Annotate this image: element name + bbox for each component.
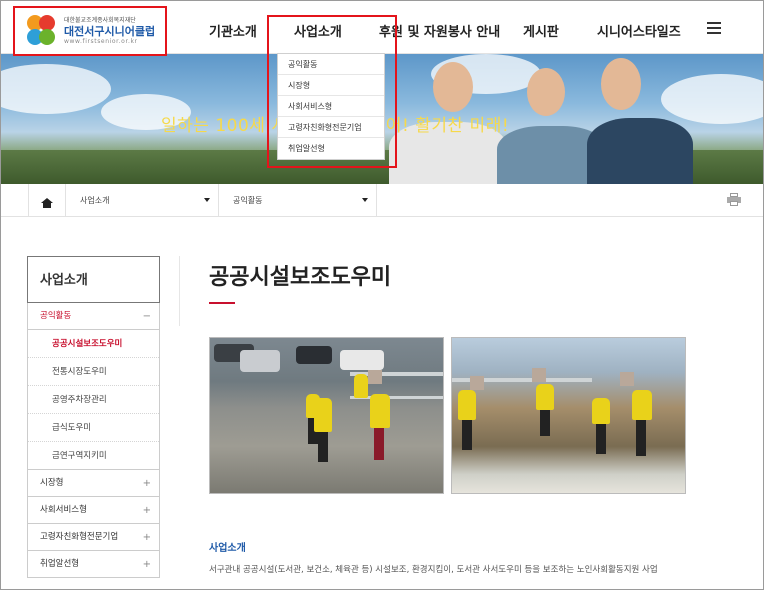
worker-shape: [540, 410, 550, 436]
car-shape: [240, 350, 280, 372]
chevron-down-icon: [362, 198, 368, 202]
nav-item-business[interactable]: 사업소개: [294, 21, 342, 40]
home-icon: [41, 198, 53, 208]
sidebar-group-job-placement[interactable]: 취업알선형 +: [27, 551, 160, 578]
blur-box: [368, 370, 382, 384]
sidebar-subitem-market-helper[interactable]: 전통시장도우미: [28, 358, 159, 386]
sidebar-title: 사업소개: [27, 256, 160, 303]
submenu-item-market[interactable]: 시장형: [278, 75, 384, 96]
section-title: 사업소개: [209, 543, 246, 554]
sidebar-group-label: 시장형: [40, 478, 64, 488]
collapse-icon: −: [142, 311, 151, 322]
sidebar-subitem-parking[interactable]: 공영주차장관리: [28, 386, 159, 414]
sidebar-subitem-meal-helper[interactable]: 급식도우미: [28, 414, 159, 442]
blur-box: [532, 368, 546, 382]
hamburger-icon[interactable]: [707, 22, 721, 34]
sidebar: 사업소개 공익활동 − 공공시설보조도우미 전통시장도우미 공영주차장관리 급식…: [27, 256, 160, 578]
expand-icon: +: [142, 532, 151, 543]
worker-shape: [462, 420, 472, 450]
submenu-item-social-service[interactable]: 사회서비스형: [278, 96, 384, 117]
worker-shape: [632, 390, 652, 420]
activity-photo-1: [209, 337, 444, 494]
expand-icon: +: [142, 559, 151, 570]
car-shape: [340, 350, 384, 370]
worker-shape: [536, 384, 554, 410]
worker-shape: [458, 390, 476, 420]
worker-shape: [354, 374, 368, 398]
cloud-shape: [661, 74, 763, 124]
person-head: [527, 68, 565, 116]
site-logo[interactable]: 대한불교조계종사회복지재단 대전서구시니어클럽 www.firstsenior.…: [13, 6, 167, 56]
worker-shape: [318, 432, 328, 462]
sidebar-subitem-public-facility[interactable]: 공공시설보조도우미: [28, 330, 159, 358]
car-shape: [296, 346, 332, 364]
sidebar-group-social-service[interactable]: 사회서비스형 +: [27, 497, 160, 524]
submenu-item-job-placement[interactable]: 취업알선형: [278, 138, 384, 159]
site-header: 대한불교조계종사회복지재단 대전서구시니어클럽 www.firstsenior.…: [1, 1, 763, 56]
worker-shape: [314, 398, 332, 432]
logo-text: 대한불교조계종사회복지재단 대전서구시니어클럽 www.firstsenior.…: [64, 16, 156, 45]
blur-box: [620, 372, 634, 386]
sidebar-group-label: 공익활동: [40, 311, 72, 321]
nav-item-about[interactable]: 기관소개: [209, 21, 257, 40]
sidebar-group-senior-enterprise[interactable]: 고령자친화형전문기업 +: [27, 524, 160, 551]
sidebar-group-market[interactable]: 시장형 +: [27, 470, 160, 497]
section-body: 서구관내 공공시설(도서관, 보건소, 체육관 등) 시설보조, 환경지킴이, …: [209, 565, 658, 575]
title-underline: [209, 302, 235, 304]
sidebar-group-public[interactable]: 공익활동 −: [27, 303, 160, 330]
sidebar-subitem-nonsmoking[interactable]: 금연구역지키미: [28, 442, 159, 470]
worker-shape: [592, 398, 610, 424]
submenu-item-public[interactable]: 공익활동: [278, 54, 384, 75]
worker-shape: [636, 420, 646, 456]
page-frame: 대한불교조계종사회복지재단 대전서구시니어클럽 www.firstsenior.…: [0, 0, 764, 590]
worker-shape: [370, 394, 390, 428]
sidebar-group-label: 고령자친화형전문기업: [40, 532, 119, 542]
logo-url: www.firstsenior.or.kr: [64, 37, 138, 45]
expand-icon: +: [142, 505, 151, 516]
breadcrumb-level1-label: 사업소개: [80, 196, 110, 205]
worker-shape: [374, 428, 384, 460]
sidebar-group-label: 사회서비스형: [40, 505, 87, 515]
page-title: 공공시설보조도우미: [209, 265, 392, 290]
person-head: [601, 58, 641, 110]
blur-box: [470, 376, 484, 390]
person-head: [433, 62, 473, 112]
nav-item-senior-styles[interactable]: 시니어스타일즈: [597, 21, 681, 40]
sidebar-sub-list: 공공시설보조도우미 전통시장도우미 공영주차장관리 급식도우미 금연구역지키미: [27, 330, 160, 470]
printer-icon[interactable]: [727, 193, 741, 207]
activity-photo-2: [451, 337, 686, 494]
business-submenu: 공익활동 시장형 사회서비스형 고령자친화형전문기업 취업알선형: [277, 53, 385, 160]
submenu-item-senior-enterprise[interactable]: 고령자친화형전문기업: [278, 117, 384, 138]
breadcrumb: 사업소개 공익활동: [1, 184, 763, 217]
logo-mark-icon: [25, 14, 59, 48]
expand-icon: +: [142, 478, 151, 489]
breadcrumb-level2-label: 공익활동: [233, 196, 263, 205]
breadcrumb-select-level2[interactable]: 공익활동: [220, 184, 377, 217]
home-button[interactable]: [28, 184, 66, 217]
chevron-down-icon: [204, 198, 210, 202]
cloud-shape: [1, 64, 111, 114]
breadcrumb-select-level1[interactable]: 사업소개: [67, 184, 219, 217]
nav-item-board[interactable]: 게시판: [523, 21, 559, 40]
logo-subtitle: 대한불교조계종사회복지재단: [64, 16, 136, 24]
sidebar-group-label: 취업알선형: [40, 559, 80, 569]
content-divider: [179, 256, 180, 326]
nav-item-support[interactable]: 후원 및 자원봉사 안내: [379, 21, 500, 40]
worker-shape: [596, 424, 606, 454]
logo-name: 대전서구시니어클럽: [64, 24, 156, 38]
person-shape: [587, 118, 693, 184]
